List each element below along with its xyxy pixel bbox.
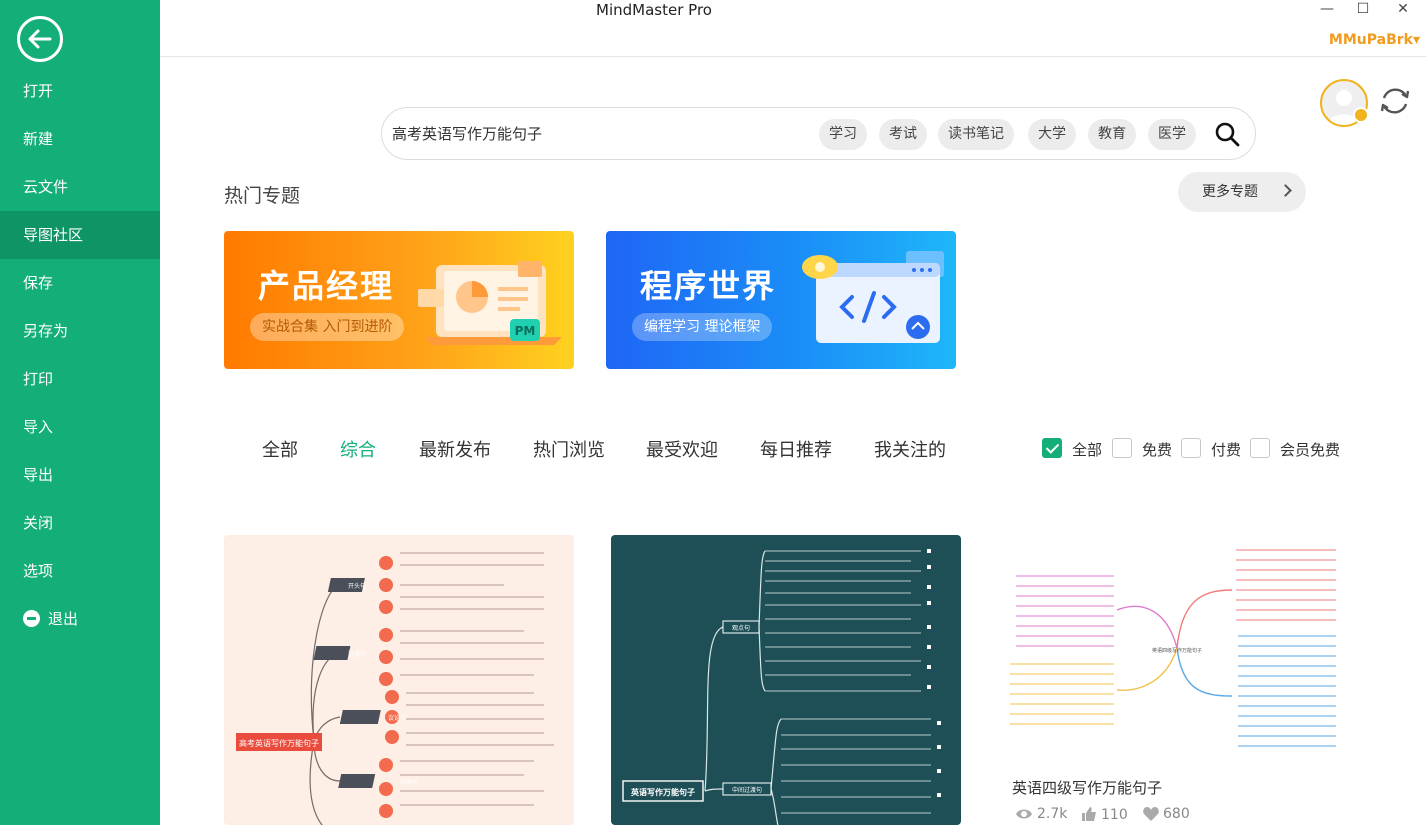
filter-label: 免费 xyxy=(1142,441,1173,459)
banner-title: 程序世界 xyxy=(640,267,777,305)
more-topics-button[interactable]: 更多专题 xyxy=(1178,172,1306,212)
code-window-illustration xyxy=(802,251,944,343)
search-tag[interactable]: 大学 xyxy=(1028,119,1076,150)
mindmap-branch-label: 过渡句 xyxy=(348,650,366,658)
sidebar-menu: 打开 新建 云文件 导图社区 保存 另存为 打印 导入 导出 关闭 选项 退出 xyxy=(0,67,160,643)
favorites-stat[interactable]: 680 xyxy=(1143,806,1190,822)
back-button[interactable] xyxy=(17,16,63,62)
sidebar-item-exit-label: 退出 xyxy=(48,610,79,628)
checkbox-icon xyxy=(1250,438,1270,458)
mindmap-card[interactable]: 高考英语写作万能句子 开头句 过渡句 议论句 结尾句 xyxy=(224,535,574,825)
mindmap-thumbnail: 高考英语写作万能句子 开头句 过渡句 议论句 结尾句 xyxy=(236,552,554,825)
mindmap-branch-label: 议论句 xyxy=(388,714,406,722)
sidebar-item-print[interactable]: 打印 xyxy=(0,355,160,403)
mindmap-card[interactable]: 英语四级写作万能句子 xyxy=(1002,540,1352,770)
more-topics-label: 更多专题 xyxy=(1202,184,1258,200)
search-tag[interactable]: 学习 xyxy=(819,119,867,150)
sidebar-item-new[interactable]: 新建 xyxy=(0,115,160,163)
pm-badge: PM xyxy=(515,324,536,338)
tab-daily-recommend[interactable]: 每日推荐 xyxy=(760,436,832,462)
search-input[interactable] xyxy=(392,120,772,148)
mindmap-branch-label: 中间过渡句 xyxy=(732,786,762,794)
eye-icon xyxy=(1016,809,1032,819)
mindmap-branch-label: 开头句 xyxy=(348,582,366,590)
hot-topics-title: 热门专题 xyxy=(224,185,301,207)
likes-stat[interactable]: 110 xyxy=(1081,806,1128,823)
minimize-button[interactable]: — xyxy=(1312,0,1342,20)
search-bar: 学习 考试 读书笔记 大学 教育 医学 xyxy=(381,107,1256,160)
chevron-right-icon xyxy=(1279,184,1292,197)
tab-all[interactable]: 全部 xyxy=(262,436,298,462)
sidebar-item-save[interactable]: 保存 xyxy=(0,259,160,307)
topic-banner-programming[interactable]: 程序世界 编程学习 理论框架 xyxy=(606,231,956,369)
views-stat: 2.7k xyxy=(1015,806,1067,822)
filter-label: 会员免费 xyxy=(1280,441,1341,459)
laptop-chart-illustration: PM xyxy=(418,261,562,345)
filter-label: 付费 xyxy=(1211,441,1242,459)
tab-most-liked[interactable]: 最受欢迎 xyxy=(646,436,718,462)
banner-subtitle: 实战合集 入门到进阶 xyxy=(250,313,405,341)
heart-icon xyxy=(1143,807,1159,821)
mindmap-root-label: 高考英语写作万能句子 xyxy=(239,738,319,748)
search-icon[interactable] xyxy=(1214,121,1240,147)
sidebar-item-options[interactable]: 选项 xyxy=(0,547,160,595)
search-tag[interactable]: 读书笔记 xyxy=(938,119,1014,150)
search-tag[interactable]: 考试 xyxy=(879,119,927,150)
tab-popular-views[interactable]: 热门浏览 xyxy=(533,436,605,462)
mindmap-root-label: 英语四级写作万能句子 xyxy=(1152,647,1202,654)
banner-title: 产品经理 xyxy=(258,267,395,305)
mindmap-card[interactable]: 观点句 中间过渡句 英语写作万能句子 xyxy=(611,535,961,825)
topic-banner-product-manager[interactable]: 产品经理 实战合集 入门到进阶 PM xyxy=(224,231,574,369)
exit-icon xyxy=(23,610,40,627)
sidebar-item-close[interactable]: 关闭 xyxy=(0,499,160,547)
views-count: 2.7k xyxy=(1037,806,1068,822)
tab-latest[interactable]: 最新发布 xyxy=(419,436,491,462)
sidebar-item-open[interactable]: 打开 xyxy=(0,67,160,115)
app-window: 打开 新建 云文件 导图社区 保存 另存为 打印 导入 导出 关闭 选项 退出 … xyxy=(0,0,1426,825)
checkbox-checked-icon xyxy=(1042,438,1062,458)
title-bar: MindMaster Pro — ☐ ✕ MMuPaBrk▾ xyxy=(160,0,1426,57)
checkbox-icon xyxy=(1112,438,1132,458)
filter-label: 全部 xyxy=(1072,441,1103,459)
mindmap-branch-label: 观点句 xyxy=(732,624,750,632)
sidebar-item-community[interactable]: 导图社区 xyxy=(0,211,160,259)
maximize-button[interactable]: ☐ xyxy=(1348,0,1378,20)
mindmap-root-label: 英语写作万能句子 xyxy=(630,787,695,797)
sidebar-item-import[interactable]: 导入 xyxy=(0,403,160,451)
close-window-button[interactable]: ✕ xyxy=(1388,0,1418,20)
likes-count: 110 xyxy=(1101,807,1128,823)
mindmap-branch-label: 结尾句 xyxy=(400,778,418,786)
favorites-count: 680 xyxy=(1163,806,1190,822)
vip-badge-icon xyxy=(1353,107,1369,123)
user-menu[interactable]: MMuPaBrk▾ xyxy=(1329,32,1420,48)
sidebar: 打开 新建 云文件 导图社区 保存 另存为 打印 导入 导出 关闭 选项 退出 xyxy=(0,0,160,825)
sync-icon[interactable] xyxy=(1378,84,1412,118)
thumbs-up-icon xyxy=(1082,807,1096,821)
sidebar-item-export[interactable]: 导出 xyxy=(0,451,160,499)
sidebar-item-cloud-files[interactable]: 云文件 xyxy=(0,163,160,211)
mindmap-thumbnail: 观点句 中间过渡句 英语写作万能句子 xyxy=(622,549,941,825)
window-title: MindMaster Pro xyxy=(596,1,712,19)
banner-subtitle: 编程学习 理论框架 xyxy=(632,313,773,341)
sidebar-item-save-as[interactable]: 另存为 xyxy=(0,307,160,355)
search-tag[interactable]: 医学 xyxy=(1148,119,1196,150)
sidebar-item-exit[interactable]: 退出 xyxy=(0,595,160,643)
arrow-left-icon xyxy=(28,29,52,49)
checkbox-icon xyxy=(1181,438,1201,458)
search-tag[interactable]: 教育 xyxy=(1088,119,1136,150)
tab-following[interactable]: 我关注的 xyxy=(874,436,946,462)
tab-comprehensive[interactable]: 综合 xyxy=(340,436,376,462)
card-title[interactable]: 英语四级写作万能句子 xyxy=(1012,777,1162,798)
mindmap-thumbnail: 英语四级写作万能句子 xyxy=(1010,549,1336,747)
